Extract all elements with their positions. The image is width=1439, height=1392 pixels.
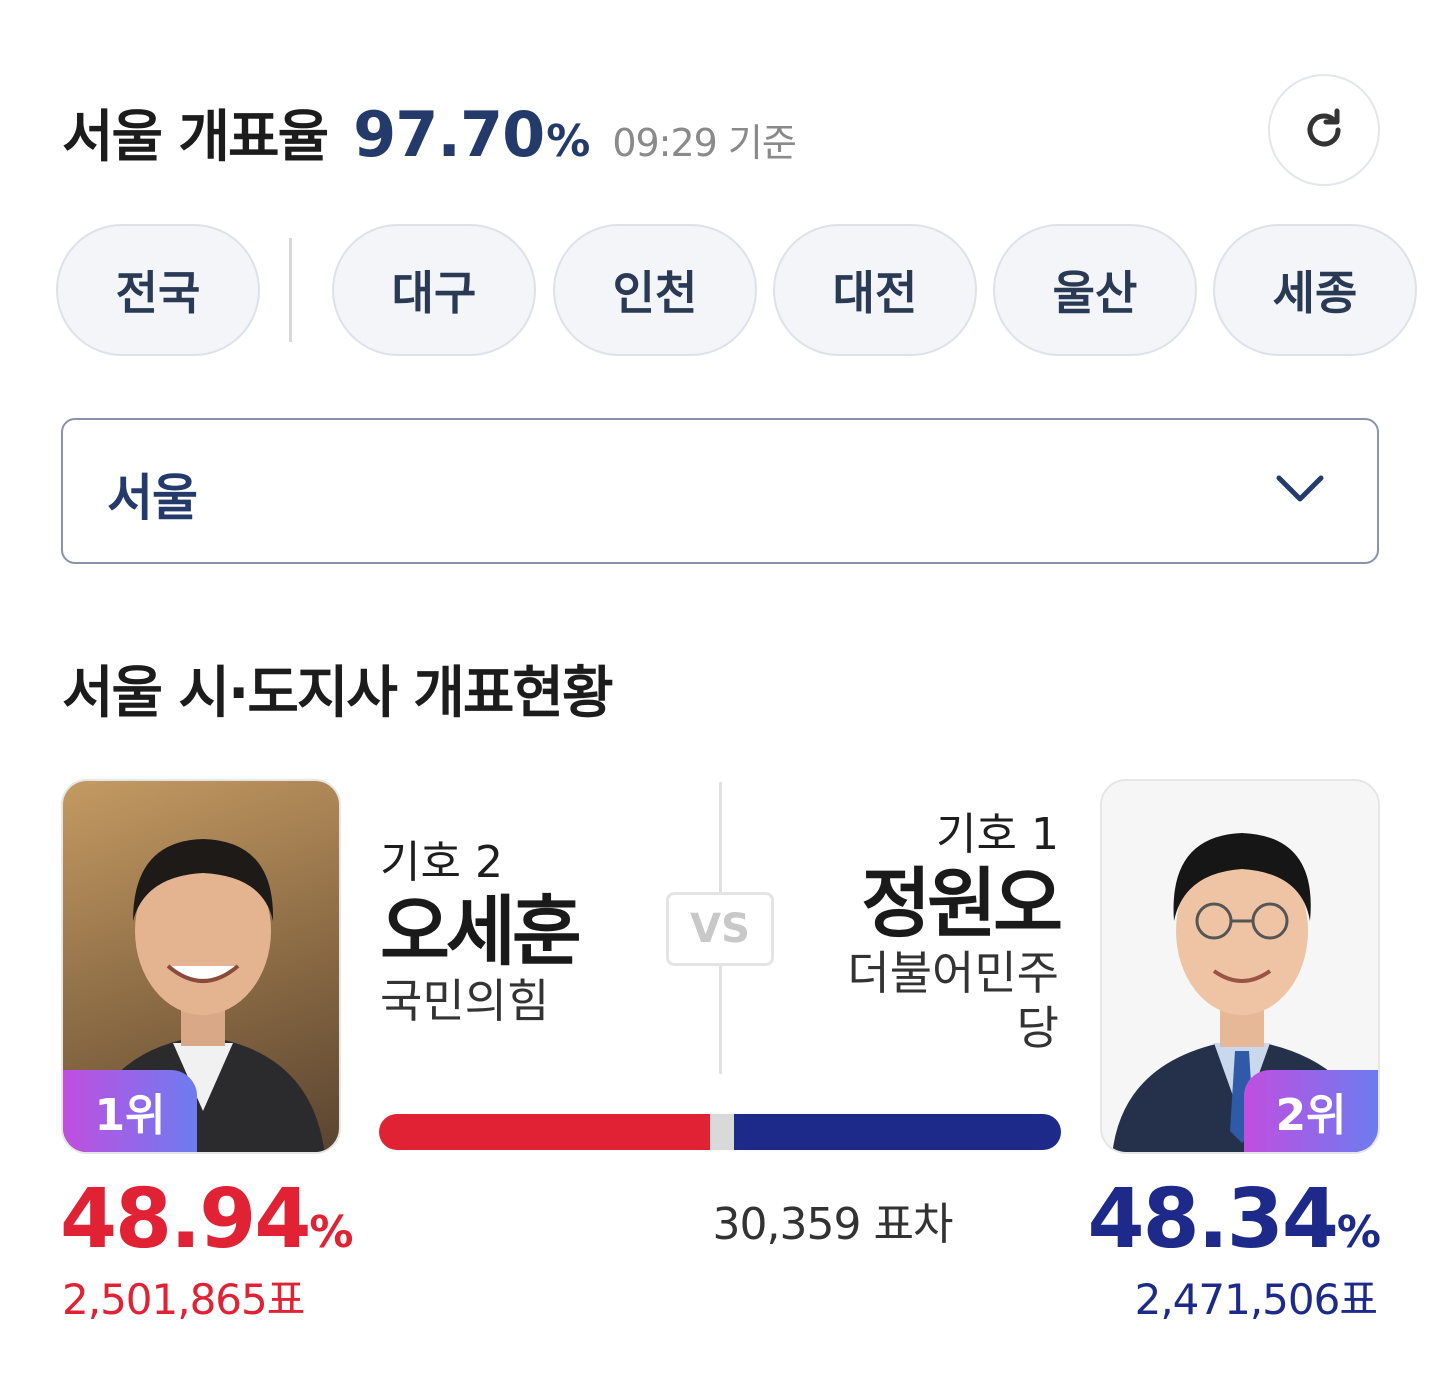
candidate-number-left: 기호 2 (380, 837, 503, 888)
candidate-photo-left: 1위 (61, 779, 341, 1154)
count-rate: 97.70 (353, 98, 545, 171)
candidate-name-right: 정원오 (861, 859, 1063, 948)
refresh-button[interactable] (1268, 74, 1380, 186)
section-title: 서울 시·도지사 개표현황 (62, 661, 613, 726)
chevron-down-icon (1276, 475, 1324, 502)
region-tab-daejeon[interactable]: 대전 (773, 224, 977, 356)
candidate-party-left: 국민의힘 (380, 973, 550, 1028)
percent-left-unit: % (309, 1207, 353, 1258)
candidate-left: 기호 2 오세훈 국민의힘 (380, 826, 582, 1029)
region-tab-incheon[interactable]: 인천 (553, 224, 757, 356)
turnout-header: 서울 개표율 97.70 % 09:29 기준 (62, 92, 797, 172)
rank-badge-right: 2위 (1244, 1070, 1378, 1152)
region-tabs: 전국 대구 인천 대전 울산 세종 (56, 224, 1439, 358)
votes-left: 2,501,865표 (62, 1275, 305, 1324)
candidate-photo-right: 2위 (1100, 779, 1380, 1154)
count-rate-unit: % (546, 116, 591, 167)
candidate-party-right: 더불어민주당 (847, 945, 1059, 1055)
region-select[interactable]: 서울 (61, 418, 1379, 564)
votes-right: 2,471,506표 (1134, 1275, 1378, 1324)
vote-difference-text: 30,359 표차 (712, 1199, 954, 1250)
percent-left: 48.94% (60, 1172, 353, 1267)
vote-share-bar-gap (710, 1114, 735, 1150)
rank-badge-left: 1위 (63, 1070, 197, 1152)
refresh-icon (1307, 108, 1341, 147)
percent-left-value: 48.94 (60, 1172, 311, 1267)
candidate-name-left: 오세훈 (380, 887, 582, 976)
percent-right-value: 48.34 (1087, 1172, 1339, 1267)
update-time: 09:29 기준 (612, 121, 797, 165)
vote-share-bar-right (734, 1114, 1061, 1150)
candidate-right: 기호 1 정원오 더불어민주당 (819, 798, 1063, 1056)
region-divider (289, 238, 292, 342)
region-tab-national[interactable]: 전국 (56, 224, 260, 356)
vs-badge: VS (666, 892, 774, 966)
percent-right: 48.34% (1087, 1172, 1381, 1267)
region-tab-ulsan[interactable]: 울산 (993, 224, 1197, 356)
vote-share-bar-left (379, 1114, 711, 1150)
region-tab-daegu[interactable]: 대구 (332, 224, 536, 356)
page-title: 서울 개표율 (62, 105, 329, 170)
vote-share-bar (379, 1114, 1061, 1150)
region-tab-sejong[interactable]: 세종 (1213, 224, 1417, 356)
candidate-number-right: 기호 1 (936, 809, 1059, 860)
percent-right-unit: % (1336, 1207, 1381, 1258)
region-select-value: 서울 (107, 469, 198, 527)
